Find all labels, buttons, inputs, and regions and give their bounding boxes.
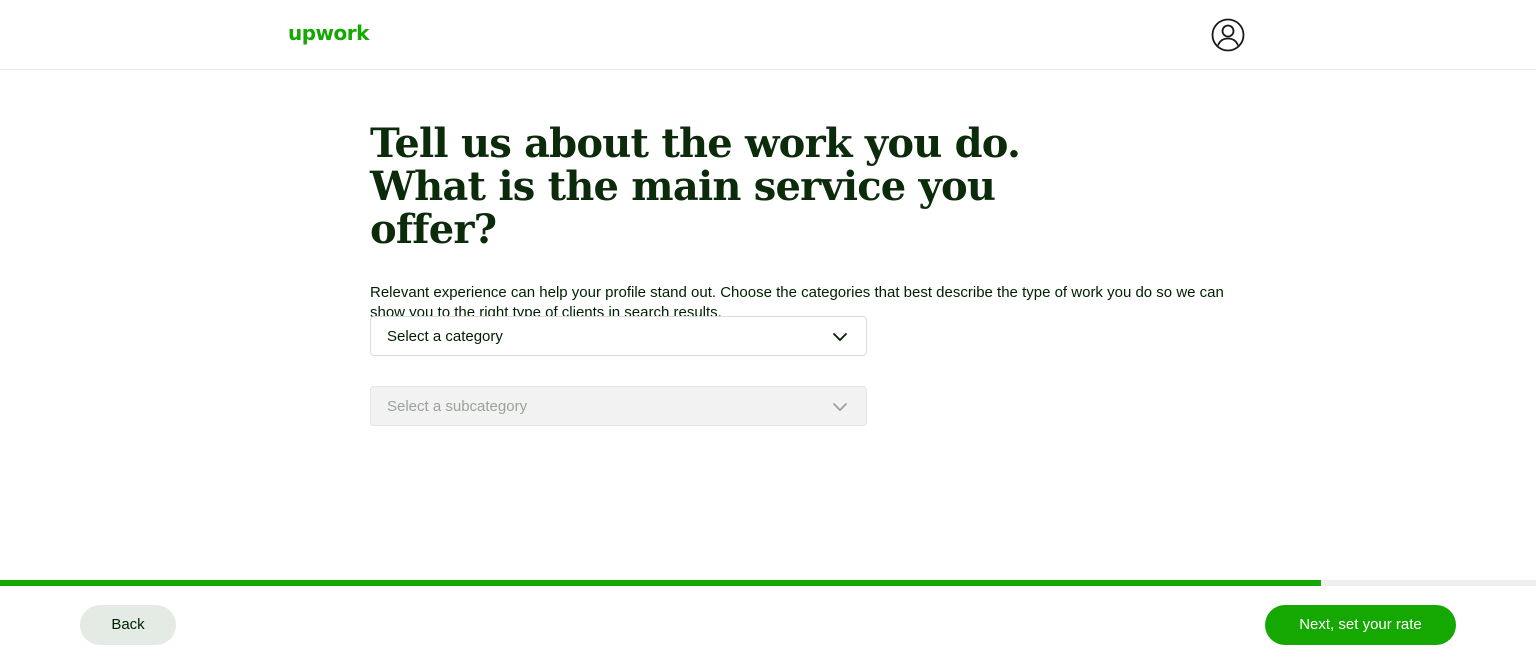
progress-bar [0,580,1536,586]
user-circle-icon[interactable] [1211,18,1245,52]
chevron-down-icon [833,403,847,411]
top-header: upwork [0,0,1536,70]
main-content: Tell us about the work you do. What is t… [370,122,1230,323]
subcategory-select-placeholder: Select a subcategory [387,398,528,415]
back-button[interactable]: Back [80,605,176,645]
category-select-placeholder: Select a category [387,328,503,345]
category-select[interactable]: Select a category [370,316,867,356]
progress-bar-fill [0,580,1321,586]
subcategory-select[interactable]: Select a subcategory [370,386,867,426]
page-title: Tell us about the work you do. What is t… [370,120,1021,253]
upwork-logo[interactable]: upwork [288,21,369,45]
chevron-down-icon [833,333,847,341]
next-set-rate-button[interactable]: Next, set your rate [1265,605,1456,645]
